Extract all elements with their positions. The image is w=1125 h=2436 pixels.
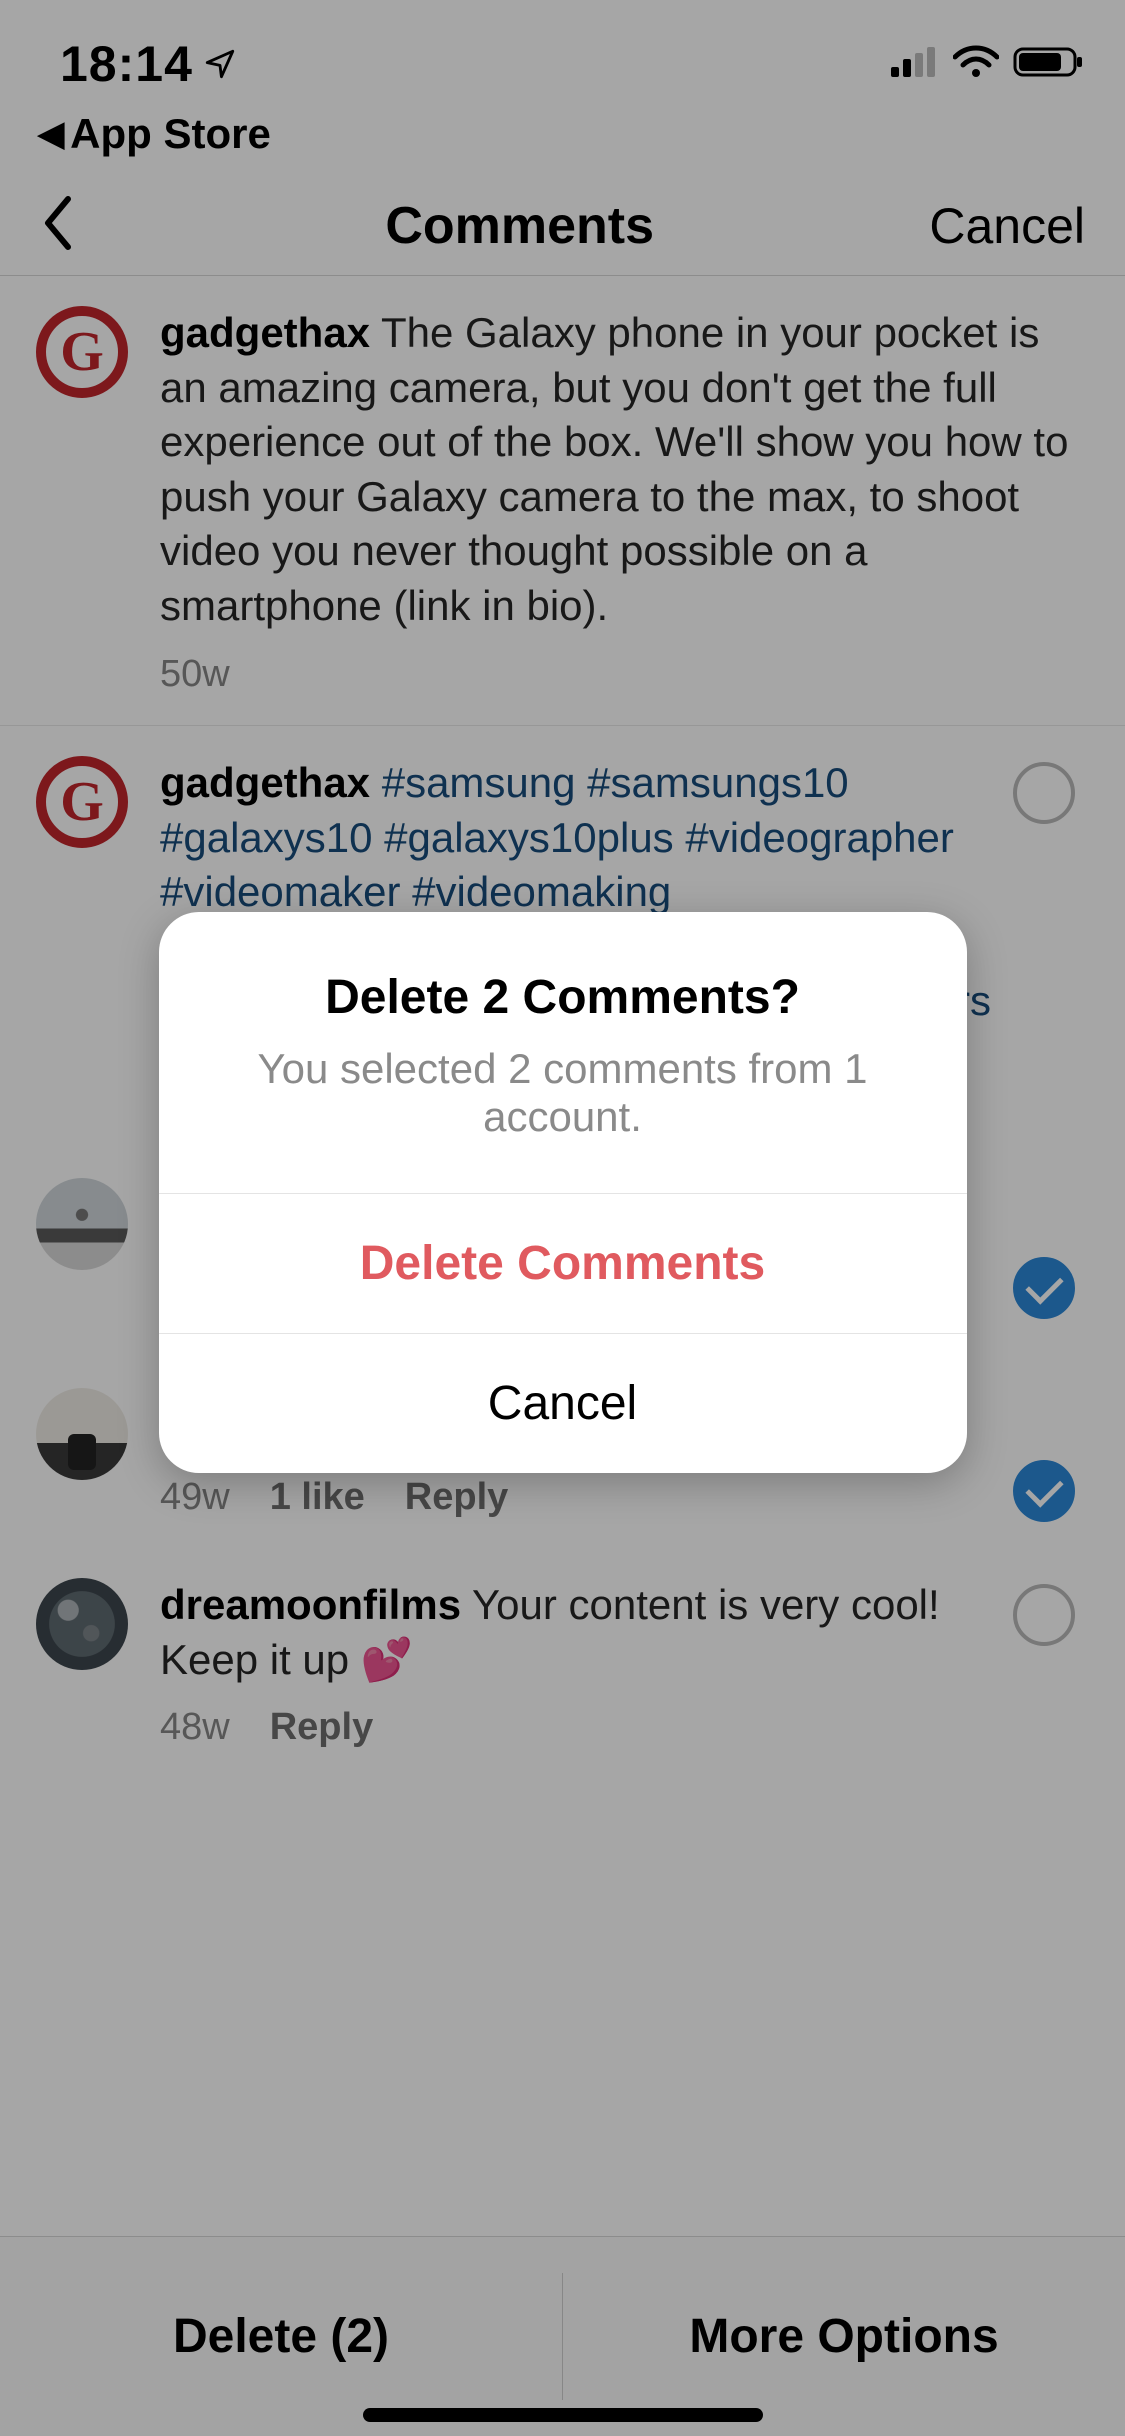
- modal-cancel-button[interactable]: Cancel: [159, 1333, 967, 1473]
- modal-title: Delete 2 Comments?: [199, 970, 927, 1025]
- modal-subtitle: You selected 2 comments from 1 account.: [199, 1045, 927, 1141]
- confirm-modal: Delete 2 Comments? You selected 2 commen…: [159, 912, 967, 1473]
- modal-header: Delete 2 Comments? You selected 2 commen…: [159, 912, 967, 1193]
- home-indicator[interactable]: [363, 2408, 763, 2422]
- screen: 18:14: [0, 0, 1125, 2436]
- modal-delete-button[interactable]: Delete Comments: [159, 1193, 967, 1333]
